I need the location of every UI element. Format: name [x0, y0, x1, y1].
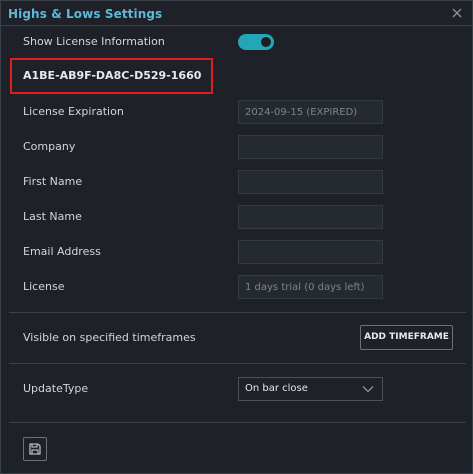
- title-bar: Highs & Lows Settings: [1, 1, 472, 26]
- timeframes-label: Visible on specified timeframes: [23, 331, 196, 344]
- license-expiration-field[interactable]: [238, 100, 383, 124]
- license-expiration-label: License Expiration: [23, 105, 124, 118]
- divider: [9, 312, 466, 313]
- company-label: Company: [23, 140, 76, 153]
- divider: [9, 363, 466, 364]
- company-field[interactable]: [238, 135, 383, 159]
- update-type-value: On bar close: [245, 383, 308, 394]
- last-name-field[interactable]: [238, 205, 383, 229]
- email-address-label: Email Address: [23, 245, 101, 258]
- save-icon: [29, 443, 41, 455]
- divider: [9, 422, 466, 423]
- license-label: License: [23, 280, 65, 293]
- last-name-label: Last Name: [23, 210, 82, 223]
- show-license-toggle[interactable]: [238, 34, 274, 50]
- show-license-label: Show License Information: [23, 35, 165, 48]
- add-timeframe-button[interactable]: ADD TIMEFRAME: [360, 325, 453, 350]
- license-field[interactable]: [238, 275, 383, 299]
- first-name-field[interactable]: [238, 170, 383, 194]
- settings-dialog: Highs & Lows Settings Show License Infor…: [0, 0, 473, 474]
- dialog-title: Highs & Lows Settings: [8, 7, 163, 21]
- chevron-down-icon: [362, 386, 374, 393]
- first-name-label: First Name: [23, 175, 83, 188]
- close-icon: [452, 8, 462, 18]
- save-button[interactable]: [23, 437, 47, 461]
- update-type-select[interactable]: On bar close: [238, 377, 383, 401]
- email-address-field[interactable]: [238, 240, 383, 264]
- license-key: A1BE-AB9F-DA8C-D529-1660: [23, 69, 202, 82]
- close-button[interactable]: [450, 6, 464, 20]
- toggle-knob: [261, 37, 271, 47]
- update-type-label: UpdateType: [23, 382, 89, 395]
